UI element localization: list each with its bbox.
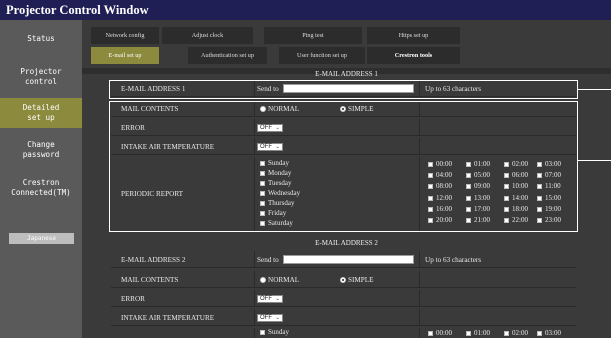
sidebar-item-label: Projector control [20,67,62,86]
send-to-label: Send to [257,256,279,264]
hour-checkbox[interactable] [466,331,471,336]
email-address-row: E-MAIL ADDRESS 2 Send to Up to 63 charac… [111,251,576,268]
divider [419,290,420,306]
divider [419,271,420,287]
error-select-value: OFF [260,296,272,302]
day-label: Sunday [268,328,289,336]
callout-box-address [109,80,578,99]
divider [254,251,255,267]
intake-air-select-value: OFF [260,315,272,321]
tab-authentication-setup[interactable]: Authentication set up [188,47,267,64]
day-checkbox[interactable] [260,330,265,335]
divider [419,251,420,267]
divider [254,309,255,325]
hour-label: 02:00 [512,329,528,337]
sidebar-item-detailed-setup[interactable]: Detailed set up [0,98,82,128]
main-content: Network config Adjust clock Ping test Ht… [82,20,611,338]
sidebar: Status Projector control Detailed set up… [0,20,82,338]
send-to-input[interactable] [283,255,414,264]
sidebar-item-change-password[interactable]: Change password [0,138,82,162]
email-address-label: E-MAIL ADDRESS 2 [121,256,186,264]
sidebar-item-label: Crestron Connected(TM) [11,178,71,197]
tab-ping-test[interactable]: Ping test [264,27,362,44]
chevron-down-icon: ⌄ [275,315,280,321]
sidebar-item-label: Status [27,34,55,43]
language-button[interactable]: Japanese [9,233,74,244]
hour-checkbox[interactable] [537,331,542,336]
sidebar-item-crestron-connected[interactable]: Crestron Connected(TM) [0,175,82,201]
tab-crestron-tools[interactable]: Crestron tools [367,47,460,64]
char-limit-note: Up to 63 characters [425,256,482,264]
callout-leader-line [578,160,611,161]
tab-user-function-setup[interactable]: User function set up [279,47,365,64]
hour-label: 03:00 [545,329,561,337]
sidebar-item-status[interactable]: Status [0,30,82,48]
chevron-down-icon: ⌄ [275,296,280,302]
hour-checkbox[interactable] [504,331,509,336]
tab-email-setup[interactable]: E-mail set up [91,47,159,64]
normal-label: NORMAL [268,276,300,284]
section-title-email-2: E-MAIL ADDRESS 2 [315,239,378,247]
error-select[interactable]: OFF ⌄ [257,295,283,303]
sidebar-item-projector-control[interactable]: Projector control [0,64,82,90]
callout-leader-line [578,89,611,90]
intake-air-label: INTAKE AIR TEMPERATURE [121,314,215,322]
divider [419,328,420,338]
divider [419,309,420,325]
mail-contents-label: MAIL CONTENTS [121,276,179,284]
error-row: ERROR OFF ⌄ [111,290,576,307]
mail-contents-row: MAIL CONTENTS NORMAL SIMPLE [111,271,576,288]
hour-label: 00:00 [436,329,452,337]
tab-adjust-clock[interactable]: Adjust clock [162,27,253,44]
section-title-email-1: E-MAIL ADDRESS 1 [315,70,378,78]
divider [254,290,255,306]
sidebar-item-label: Detailed set up [22,103,60,122]
intake-air-row: INTAKE AIR TEMPERATURE OFF ⌄ [111,309,576,326]
window-title: Projector Control Window [0,0,611,20]
normal-radio[interactable] [260,277,266,283]
tab-network-config[interactable]: Network config [91,27,159,44]
error-label: ERROR [121,295,145,303]
intake-air-select[interactable]: OFF ⌄ [257,314,283,322]
hour-label: 01:00 [474,329,490,337]
tab-https-setup[interactable]: Https set up [367,27,460,44]
divider [254,271,255,287]
hour-checkbox[interactable] [428,331,433,336]
periodic-report-row: Sunday 00:00 01:00 02:00 03:00 [111,328,576,338]
sidebar-item-label: Change password [22,140,60,159]
divider [254,328,255,338]
callout-box-settings [109,101,578,232]
simple-label: SIMPLE [348,276,374,284]
simple-radio[interactable] [340,277,346,283]
